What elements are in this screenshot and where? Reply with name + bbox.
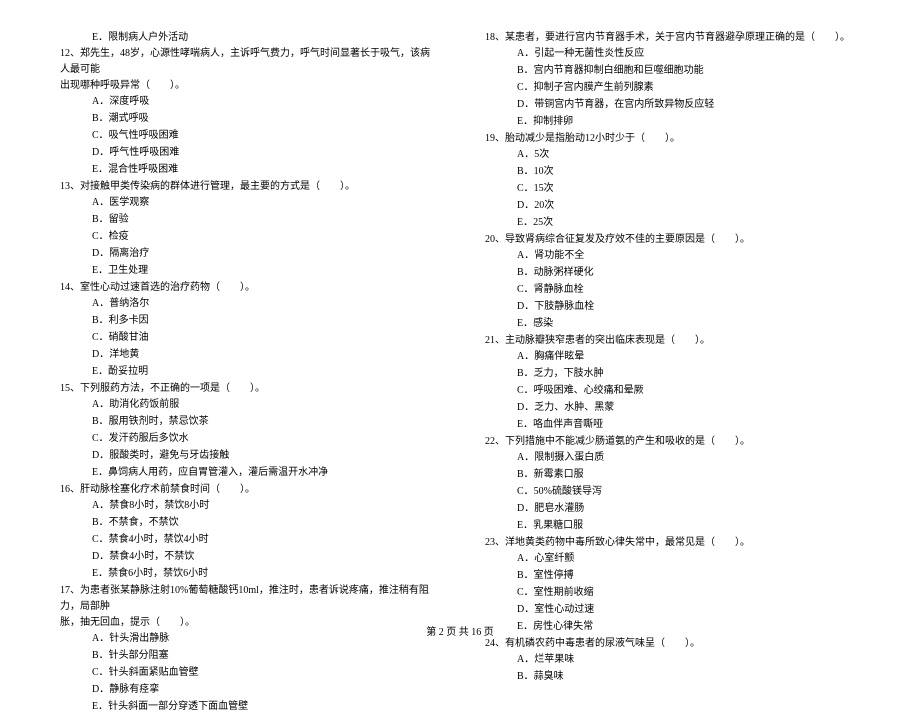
q15-stem: 15、下列服药方法，不正确的一项是（ ）。	[60, 381, 435, 397]
left-column: E．限制病人户外活动 12、郑先生，48岁，心源性哮喘病人，主诉呼气费力，呼气时…	[60, 30, 435, 716]
q17-stem-1: 17、为患者张某静脉注射10%葡萄糖酸钙10ml，推注时，患者诉说疼痛，推注稍有…	[60, 583, 435, 615]
q13-option-e: E．卫生处理	[60, 263, 435, 279]
q17-option-b: B．针头部分阻塞	[60, 648, 435, 664]
q12-option-d: D．呼气性呼吸困难	[60, 145, 435, 161]
page-footer: 第 2 页 共 16 页	[0, 623, 920, 638]
q19-stem: 19、胎动减少是指胎动12小时少于（ ）。	[485, 131, 860, 147]
q21-option-c: C．呼吸困难、心绞痛和晕厥	[485, 383, 860, 399]
q22-option-c: C．50%硫酸镁导泻	[485, 484, 860, 500]
q20-option-b: B．动脉粥样硬化	[485, 265, 860, 281]
q21-option-a: A．胸痛伴眩晕	[485, 349, 860, 365]
q16-option-a: A．禁食8小时，禁饮8小时	[60, 498, 435, 514]
q22-stem: 22、下列措施中不能减少肠道氨的产生和吸收的是（ ）。	[485, 434, 860, 450]
q16-option-b: B．不禁食，不禁饮	[60, 515, 435, 531]
q23-option-b: B．室性停搏	[485, 568, 860, 584]
q16-option-d: D．禁食4小时，不禁饮	[60, 549, 435, 565]
q13-option-c: C．检疫	[60, 229, 435, 245]
q18-stem: 18、某患者，要进行宫内节育器手术，关于宫内节育器避孕原理正确的是（ ）。	[485, 30, 860, 46]
q19-option-c: C．15次	[485, 181, 860, 197]
q22-option-e: E．乳果糖口服	[485, 518, 860, 534]
q19-option-a: A．5次	[485, 147, 860, 163]
q14-option-e: E．酚妥拉明	[60, 364, 435, 380]
q18-option-e: E．抑制排卵	[485, 114, 860, 130]
q18-option-c: C．抑制子宫内膜产生前列腺素	[485, 80, 860, 96]
q16-option-c: C．禁食4小时，禁饮4小时	[60, 532, 435, 548]
q17-option-e: E．针头斜面一部分穿透下面血管壁	[60, 699, 435, 715]
q11-option-e: E．限制病人户外活动	[60, 30, 435, 46]
q12-option-b: B．潮式呼吸	[60, 111, 435, 127]
q23-stem: 23、洋地黄类药物中毒所致心律失常中，最常见是（ ）。	[485, 535, 860, 551]
q19-option-d: D．20次	[485, 198, 860, 214]
q12-stem-1: 12、郑先生，48岁，心源性哮喘病人，主诉呼气费力，呼气时间显著长于吸气，该病人…	[60, 46, 435, 78]
q12-option-c: C．吸气性呼吸困难	[60, 128, 435, 144]
q12-option-e: E．混合性呼吸困难	[60, 162, 435, 178]
q14-option-b: B．利多卡因	[60, 313, 435, 329]
q21-stem: 21、主动脉瓣狭窄患者的突出临床表现是（ ）。	[485, 333, 860, 349]
right-column: 18、某患者，要进行宫内节育器手术，关于宫内节育器避孕原理正确的是（ ）。 A．…	[485, 30, 860, 716]
q13-option-a: A．医学观察	[60, 195, 435, 211]
q22-option-d: D．肥皂水灌肠	[485, 501, 860, 517]
q17-option-d: D．静脉有痉挛	[60, 682, 435, 698]
content-columns: E．限制病人户外活动 12、郑先生，48岁，心源性哮喘病人，主诉呼气费力，呼气时…	[60, 30, 860, 716]
q16-option-e: E．禁食6小时，禁饮6小时	[60, 566, 435, 582]
q13-stem: 13、对接触甲类传染病的群体进行管理，最主要的方式是（ ）。	[60, 179, 435, 195]
q19-option-e: E．25次	[485, 215, 860, 231]
q23-option-c: C．室性期前收缩	[485, 585, 860, 601]
q12-stem-2: 出现哪种呼吸异常（ ）。	[60, 78, 435, 94]
q15-option-e: E．鼻饲病人用药，应自胃管灌入，灌后需温开水冲净	[60, 465, 435, 481]
q17-option-c: C．针头斜面紧贴血管壁	[60, 665, 435, 681]
q22-option-b: B．新霉素口服	[485, 467, 860, 483]
q22-option-a: A．限制摄入蛋白质	[485, 450, 860, 466]
q14-option-d: D．洋地黄	[60, 347, 435, 363]
q18-option-a: A．引起一种无菌性炎性反应	[485, 46, 860, 62]
q24-option-b: B．蒜臭味	[485, 669, 860, 685]
q21-option-d: D．乏力、水肿、黑蒙	[485, 400, 860, 416]
q14-option-a: A．普纳洛尔	[60, 296, 435, 312]
q18-option-d: D．带铜宫内节育器，在宫内所致异物反应轻	[485, 97, 860, 113]
q15-option-d: D．服酸类时，避免与牙齿接触	[60, 448, 435, 464]
q21-option-e: E．咯血伴声音嘶哑	[485, 417, 860, 433]
q24-option-a: A．烂苹果味	[485, 652, 860, 668]
q12-option-a: A．深度呼吸	[60, 94, 435, 110]
q20-option-e: E．感染	[485, 316, 860, 332]
q16-stem: 16、肝动脉栓塞化疗术前禁食时间（ ）。	[60, 482, 435, 498]
q14-stem: 14、室性心动过速首选的治疗药物（ ）。	[60, 280, 435, 296]
q15-option-b: B．服用铁剂时，禁忌饮茶	[60, 414, 435, 430]
q23-option-d: D．室性心动过速	[485, 602, 860, 618]
q15-option-c: C．发汗药服后多饮水	[60, 431, 435, 447]
q20-stem: 20、导致肾病综合征复发及疗效不佳的主要原因是（ ）。	[485, 232, 860, 248]
q23-option-a: A．心室纤颤	[485, 551, 860, 567]
q21-option-b: B．乏力，下肢水肿	[485, 366, 860, 382]
q15-option-a: A．助消化药饭前服	[60, 397, 435, 413]
q20-option-d: D．下肢静脉血栓	[485, 299, 860, 315]
q13-option-d: D．隔离治疗	[60, 246, 435, 262]
q14-option-c: C．硝酸甘油	[60, 330, 435, 346]
q18-option-b: B．宫内节育器抑制白细胞和巨噬细胞功能	[485, 63, 860, 79]
q13-option-b: B．留验	[60, 212, 435, 228]
q20-option-a: A．肾功能不全	[485, 248, 860, 264]
q20-option-c: C．肾静脉血栓	[485, 282, 860, 298]
q19-option-b: B．10次	[485, 164, 860, 180]
